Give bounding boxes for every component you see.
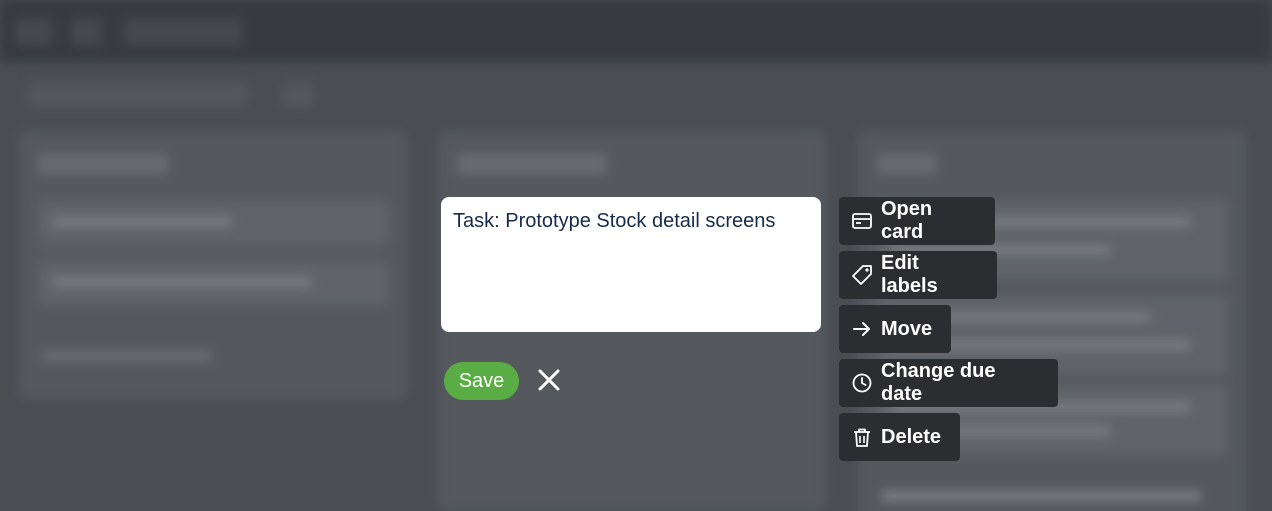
save-button[interactable]: Save	[444, 362, 519, 400]
arrow-right-icon	[851, 318, 873, 340]
clock-icon	[851, 372, 873, 394]
action-label: Open card	[881, 198, 933, 243]
action-label: Change due date	[881, 360, 996, 405]
trash-icon	[851, 426, 873, 448]
tag-icon	[851, 264, 873, 286]
edit-labels-button[interactable]: Edit labels	[839, 251, 997, 299]
move-button[interactable]: Move	[839, 305, 951, 353]
change-due-date-button[interactable]: Change due date	[839, 359, 1058, 407]
action-label: Delete	[881, 425, 942, 448]
card-icon	[851, 210, 873, 232]
card-title-textarea[interactable]: Task: Prototype Stock detail screens	[441, 197, 821, 332]
close-icon[interactable]	[535, 366, 563, 394]
delete-button[interactable]: Delete	[839, 413, 960, 461]
action-label: Edit labels	[881, 252, 938, 297]
open-card-button[interactable]: Open card	[839, 197, 995, 245]
action-label: Move	[881, 317, 933, 340]
